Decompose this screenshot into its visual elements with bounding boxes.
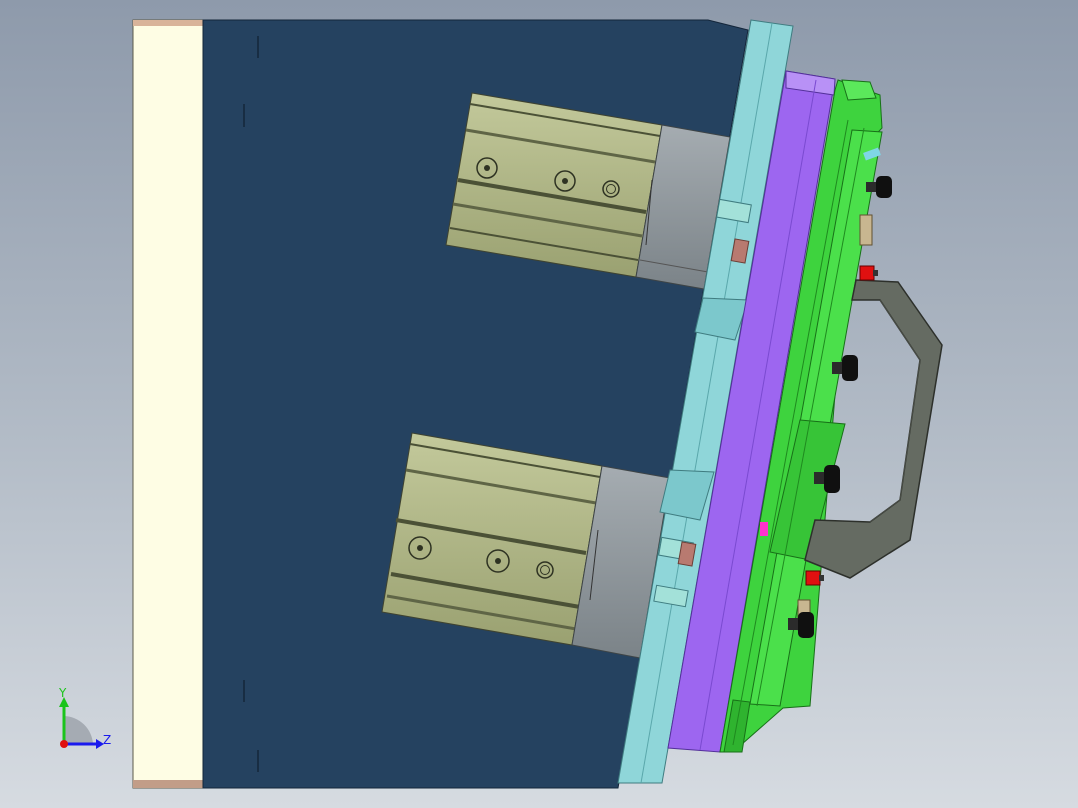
cream-base-plate (132, 19, 205, 789)
3d-viewport[interactable]: Y Z (0, 0, 1078, 808)
red-stop-button-lower[interactable] (805, 570, 824, 586)
coordinate-triad: Y Z (58, 686, 111, 749)
red-stop-button-upper[interactable] (859, 265, 878, 281)
y-axis-label: Y (58, 686, 67, 700)
z-axis-label: Z (103, 733, 111, 747)
cad-model-scene[interactable]: Y Z (0, 0, 1078, 808)
triad-quadrant-icon (64, 716, 93, 744)
origin-point-icon (60, 740, 68, 748)
